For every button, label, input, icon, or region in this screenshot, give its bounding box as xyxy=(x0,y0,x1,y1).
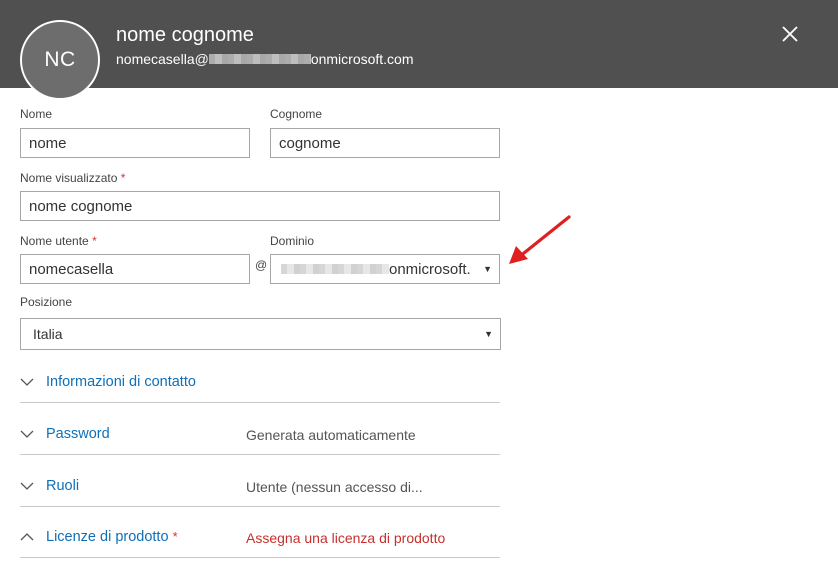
first-name-label: Nome xyxy=(20,107,53,121)
location-select[interactable]: Italia ▼ xyxy=(20,318,501,350)
close-icon[interactable] xyxy=(778,22,802,46)
section-title: Informazioni di contatto xyxy=(46,374,196,390)
at-sign: @ xyxy=(255,258,268,272)
section-value: Utente (nessun accesso di... xyxy=(246,479,423,495)
panel-header: nome cognome nomecasella@ onmicrosoft.co… xyxy=(0,0,838,88)
required-mark: * xyxy=(120,171,126,185)
location-label: Posizione xyxy=(20,295,73,309)
chevron-up-icon xyxy=(20,533,34,541)
section-title: Ruoli xyxy=(46,478,80,494)
section-contact-info[interactable]: Informazioni di contatto xyxy=(20,363,500,403)
section-password[interactable]: Password Generata automaticamente xyxy=(20,415,500,455)
last-name-label: Cognome xyxy=(270,107,323,121)
redacted-domain xyxy=(281,264,389,274)
first-name-input[interactable]: nome xyxy=(20,128,250,158)
section-product-licenses[interactable]: Licenze di prodotto * Assegna una licenz… xyxy=(20,518,500,558)
annotation-arrow xyxy=(509,215,571,264)
chevron-down-icon xyxy=(20,378,34,386)
caret-down-icon: ▼ xyxy=(484,329,493,339)
chevron-down-icon xyxy=(20,430,34,438)
section-title-text: Licenze di prodotto xyxy=(46,529,169,545)
domain-value: onmicrosoft. xyxy=(389,260,471,278)
username-input[interactable]: nomecasella xyxy=(20,254,250,284)
section-title: Password xyxy=(46,426,110,442)
display-name-label-text: Nome visualizzato xyxy=(20,171,118,185)
last-name-input[interactable]: cognome xyxy=(270,128,500,158)
domain-select[interactable]: onmicrosoft. ▼ xyxy=(270,254,500,284)
display-name-label: Nome visualizzato * xyxy=(20,171,125,185)
caret-down-icon: ▼ xyxy=(483,264,492,274)
chevron-down-icon xyxy=(20,482,34,490)
email-suffix: onmicrosoft.com xyxy=(310,51,414,67)
username-label-text: Nome utente xyxy=(20,234,89,248)
required-mark: * xyxy=(92,234,97,248)
email-prefix: nomecasella@ xyxy=(116,51,209,67)
location-value: Italia xyxy=(33,326,63,342)
section-value: Generata automaticamente xyxy=(246,427,416,443)
domain-label: Dominio xyxy=(270,234,315,248)
user-display-name: nome cognome xyxy=(116,24,254,46)
username-label: Nome utente * xyxy=(20,234,97,248)
required-mark: * xyxy=(172,529,178,544)
display-name-input[interactable]: nome cognome xyxy=(20,191,500,221)
section-value: Assegna una licenza di prodotto xyxy=(246,530,446,546)
section-title: Licenze di prodotto * xyxy=(46,529,178,545)
section-roles[interactable]: Ruoli Utente (nessun accesso di... xyxy=(20,467,500,507)
user-email: nomecasella@ onmicrosoft.com xyxy=(116,51,414,67)
redacted-domain xyxy=(208,54,311,64)
avatar: NC xyxy=(20,20,100,100)
